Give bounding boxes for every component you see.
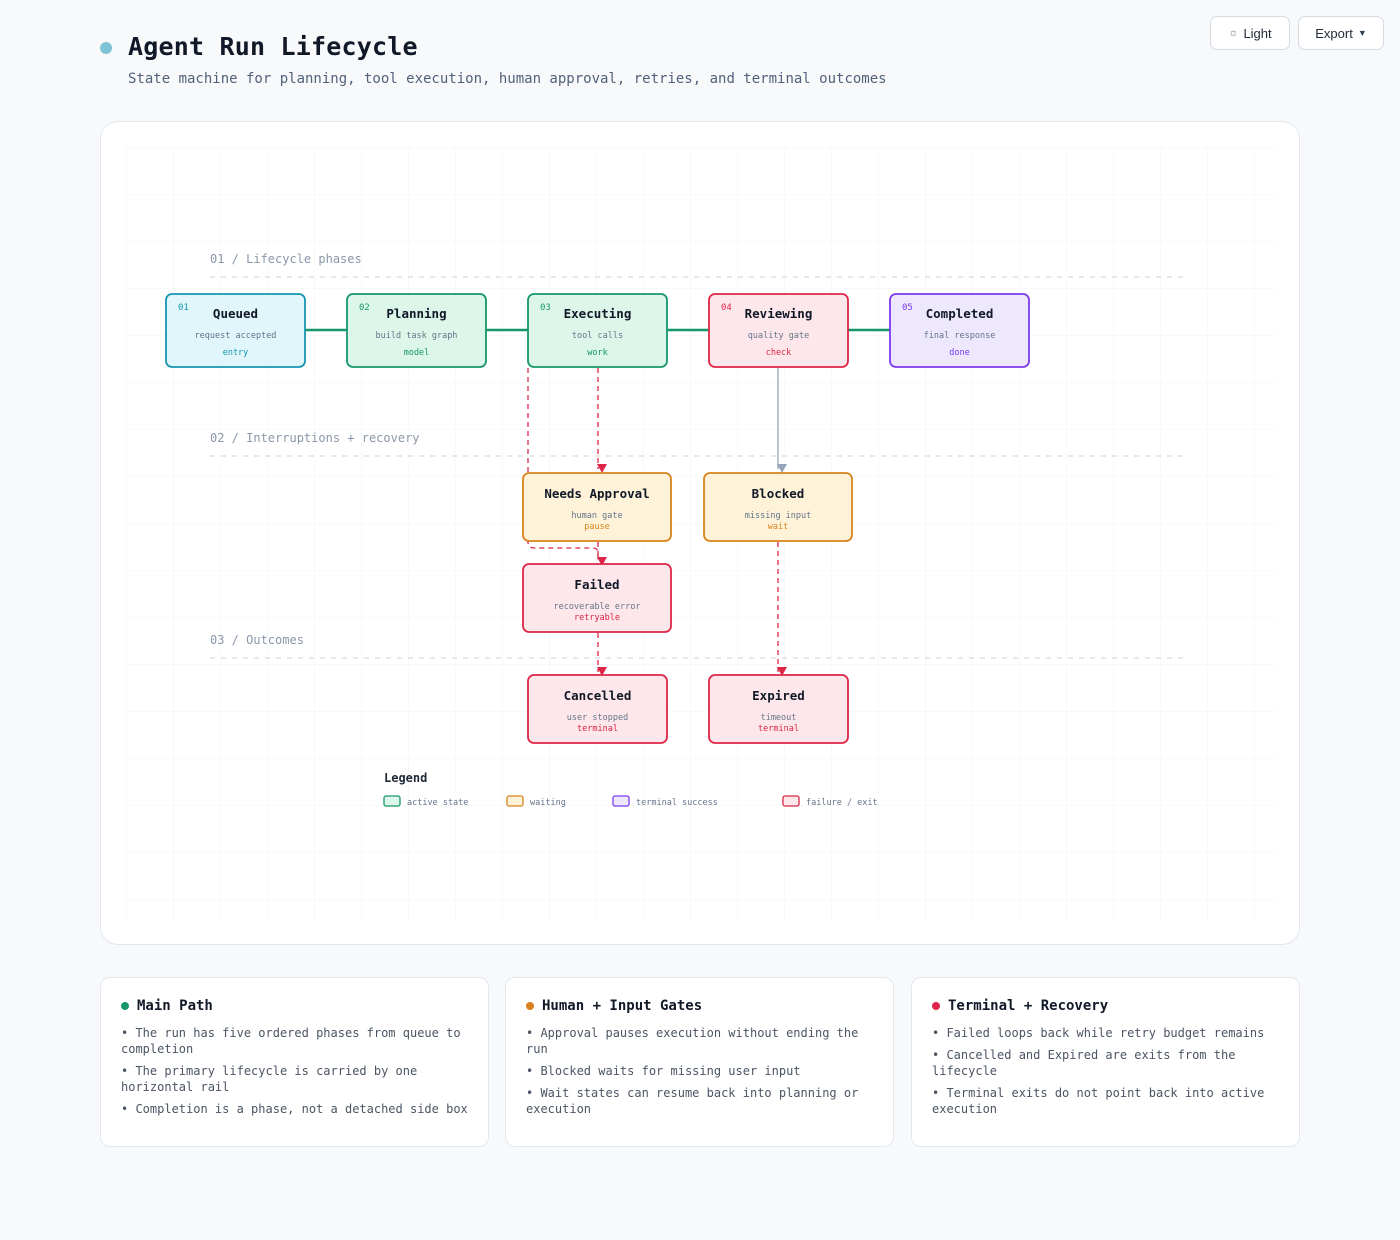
node-title: Completed [926, 306, 994, 321]
list-item: • Completion is a phase, not a detached … [121, 1102, 468, 1116]
node-tag: retryable [574, 613, 620, 623]
legend-label: waiting [530, 798, 566, 808]
list-item: • Approval pauses execution without endi… [526, 1026, 859, 1056]
list-item: • Failed loops back while retry budget r… [932, 1026, 1265, 1040]
node-number: 04 [721, 303, 732, 313]
node-title: Expired [752, 688, 805, 703]
card-title: Human + Input Gates [542, 998, 703, 1014]
card-title: Main Path [137, 998, 213, 1014]
export-label: Export [1315, 25, 1353, 41]
legend-item-active: active state [383, 795, 468, 808]
state-node-needs-approval[interactable]: Needs Approval human gatepause [522, 472, 672, 542]
theme-label: Light [1243, 25, 1272, 41]
node-description: user stopped [567, 713, 628, 723]
main-path-dot [121, 1002, 129, 1010]
section-label-phases: 01 / Lifecycle phases [210, 252, 362, 266]
list-item: • Terminal exits do not point back into … [932, 1086, 1265, 1116]
legend-label: terminal success [636, 798, 718, 808]
info-card-terminal: Terminal + Recovery • Failed loops back … [911, 977, 1300, 1147]
node-number: 03 [540, 303, 551, 313]
node-number: 02 [359, 303, 370, 313]
node-title: Blocked [752, 486, 805, 501]
node-description: timeout [761, 713, 797, 723]
card-title: Terminal + Recovery [948, 998, 1109, 1014]
node-description: tool calls [572, 331, 623, 341]
state-node-executing[interactable]: 03 Executing tool calls work [527, 293, 668, 368]
state-node-cancelled[interactable]: Cancelled user stoppedterminal [527, 674, 668, 744]
state-node-blocked[interactable]: Blocked missing inputwait [703, 472, 853, 542]
node-tag: wait [768, 522, 788, 532]
legend-label: failure / exit [806, 798, 878, 808]
diagram-canvas: 01 / Lifecycle phases 02 / Interruptions… [100, 121, 1300, 945]
info-card-gates: Human + Input Gates • Approval pauses ex… [505, 977, 894, 1147]
node-title: Cancelled [564, 688, 632, 703]
node-tag: terminal [577, 724, 618, 734]
node-tag: check [766, 348, 792, 358]
legend-swatch [383, 795, 401, 807]
list-item: • The primary lifecycle is carried by on… [121, 1064, 418, 1094]
state-diagram: 01 / Lifecycle phases 02 / Interruptions… [126, 147, 1276, 922]
node-description: recoverable error [554, 602, 641, 612]
export-button[interactable]: Export ▼ [1298, 16, 1384, 50]
section-label-interruptions: 02 / Interruptions + recovery [210, 431, 420, 445]
legend-label: active state [407, 798, 468, 808]
node-title: Needs Approval [544, 486, 649, 501]
list-item: • Wait states can resume back into plann… [526, 1086, 859, 1116]
node-number: 05 [902, 303, 913, 313]
theme-toggle-button[interactable]: ☼ Light [1210, 16, 1290, 50]
state-node-completed[interactable]: 05 Completed final response done [889, 293, 1030, 368]
node-tag: terminal [758, 724, 799, 734]
node-description: build task graph [376, 331, 458, 341]
list-item: • Cancelled and Expired are exits from t… [932, 1048, 1236, 1078]
node-description: missing input [745, 511, 812, 521]
list-item: • The run has five ordered phases from q… [121, 1026, 461, 1056]
node-title: Reviewing [745, 306, 813, 321]
section-label-outcomes: 03 / Outcomes [210, 633, 304, 647]
node-number: 01 [178, 303, 189, 313]
legend-title: Legend [384, 771, 427, 785]
state-node-failed[interactable]: Failed recoverable errorretryable [522, 563, 672, 633]
node-tag: work [587, 348, 607, 358]
terminal-dot [932, 1002, 940, 1010]
node-description: quality gate [748, 331, 809, 341]
node-description: human gate [571, 511, 622, 521]
legend-item-failure: failure / exit [782, 795, 878, 808]
node-tag: model [404, 348, 430, 358]
legend-item-success: terminal success [612, 795, 718, 808]
legend-swatch [506, 795, 524, 807]
info-card-main-path: Main Path • The run has five ordered pha… [100, 977, 489, 1147]
state-node-queued[interactable]: 01 Queued request accepted entry [165, 293, 306, 368]
state-node-reviewing[interactable]: 04 Reviewing quality gate check [708, 293, 849, 368]
node-tag: entry [223, 348, 249, 358]
node-description: request accepted [195, 331, 277, 341]
legend-swatch [782, 795, 800, 807]
node-title: Queued [213, 306, 258, 321]
state-node-expired[interactable]: Expired timeoutterminal [708, 674, 849, 744]
list-item: • Blocked waits for missing user input [526, 1064, 801, 1078]
gates-dot [526, 1002, 534, 1010]
node-tag: pause [584, 522, 610, 532]
chevron-down-icon: ▼ [1357, 28, 1367, 38]
legend-swatch [612, 795, 630, 807]
page-subtitle: State machine for planning, tool executi… [128, 71, 887, 87]
node-title: Executing [564, 306, 632, 321]
node-tag: done [949, 348, 969, 358]
node-description: final response [924, 331, 996, 341]
sun-icon: ☼ [1228, 27, 1239, 39]
title-status-dot [100, 42, 112, 54]
page-title: Agent Run Lifecycle [128, 32, 418, 61]
node-title: Planning [386, 306, 446, 321]
legend-item-waiting: waiting [506, 795, 566, 808]
node-title: Failed [574, 577, 619, 592]
state-node-planning[interactable]: 02 Planning build task graph model [346, 293, 487, 368]
